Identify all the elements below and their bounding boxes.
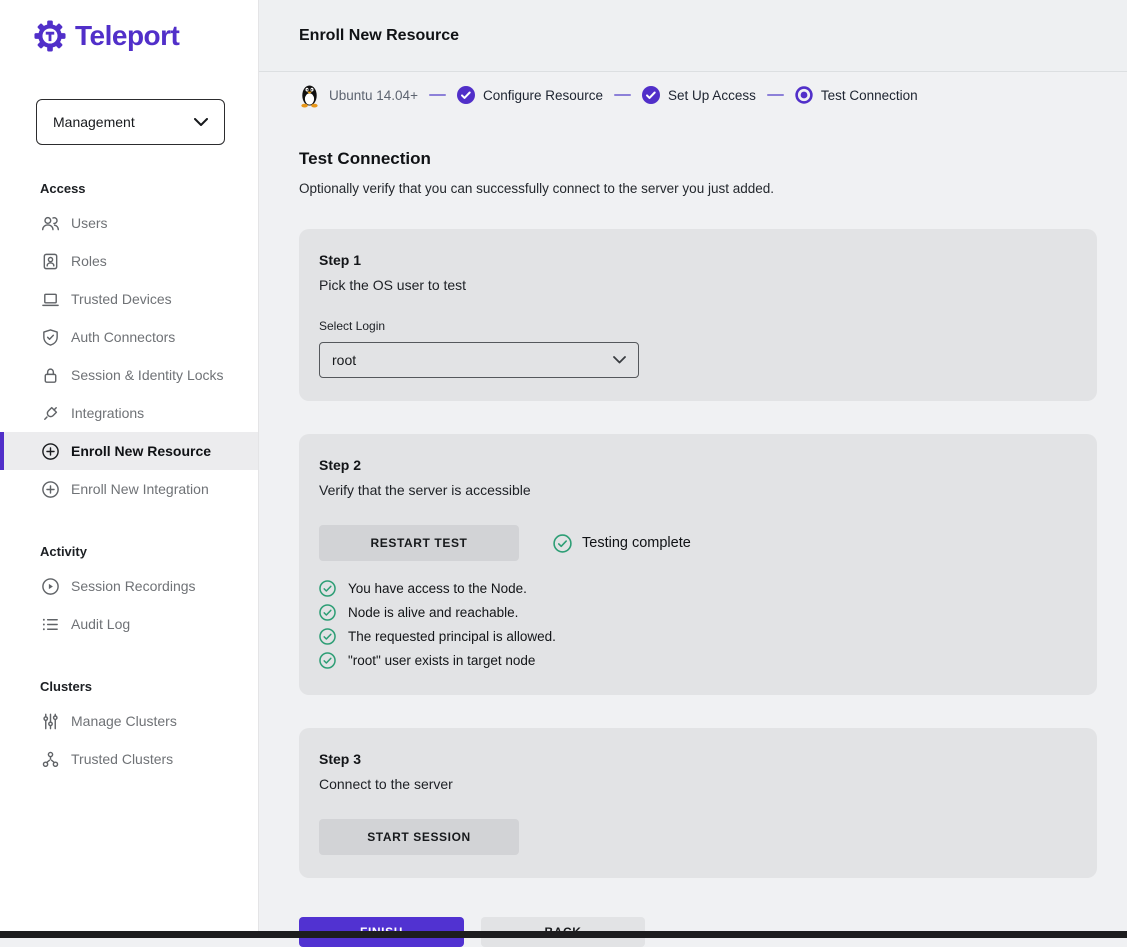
sidebar-item-roles[interactable]: Roles (0, 242, 258, 280)
sidebar-item-audit-log[interactable]: Audit Log (0, 605, 258, 643)
sidebar-item-trusted-clusters[interactable]: Trusted Clusters (0, 740, 258, 778)
stepper-connector (429, 94, 446, 96)
sliders-icon (40, 711, 60, 731)
step-label: Configure Resource (483, 88, 603, 103)
stepper-step-set-up-access: Set Up Access (642, 86, 756, 104)
plus-circle-icon (40, 441, 60, 461)
enroll-stepper: Ubuntu 14.04+ Configure Resource Set Up … (299, 72, 918, 118)
restart-test-button[interactable]: RESTART TEST (319, 525, 519, 561)
sidebar-item-manage-clusters[interactable]: Manage Clusters (0, 702, 258, 740)
step-complete-check-icon (642, 86, 660, 104)
select-login-label: Select Login (319, 319, 1077, 333)
login-select[interactable]: root (319, 342, 639, 378)
shield-check-icon (40, 327, 60, 347)
sidebar-item-label: Trusted Clusters (71, 751, 173, 767)
sidebar-item-label: Session & Identity Locks (71, 367, 224, 383)
success-check-icon (319, 628, 336, 645)
test-result-item: The requested principal is allowed. (319, 624, 1077, 648)
sidebar-item-label: Audit Log (71, 616, 130, 632)
test-result-item: "root" user exists in target node (319, 648, 1077, 672)
success-check-icon (319, 580, 336, 597)
sidebar-item-label: Trusted Devices (71, 291, 172, 307)
step-label: Test Connection (821, 88, 918, 103)
sidebar-item-trusted-devices[interactable]: Trusted Devices (0, 280, 258, 318)
chevron-down-icon (613, 356, 626, 364)
network-icon (40, 749, 60, 769)
workspace-selector[interactable]: Management (36, 99, 225, 145)
sidebar-item-label: Roles (71, 253, 107, 269)
chevron-down-icon (194, 118, 208, 127)
id-badge-icon (40, 251, 60, 271)
window-bottom-edge (0, 931, 1127, 938)
brand-name: Teleport (75, 20, 179, 52)
step1-card: Step 1 Pick the OS user to test Select L… (299, 229, 1097, 401)
sidebar-item-enroll-new-integration[interactable]: Enroll New Integration (0, 470, 258, 508)
teleport-gear-icon (34, 20, 66, 52)
users-icon (40, 213, 60, 233)
start-session-button[interactable]: START SESSION (319, 819, 519, 855)
step-complete-check-icon (457, 86, 475, 104)
login-select-value: root (332, 352, 356, 368)
testing-status: Testing complete (553, 534, 691, 553)
list-icon (40, 614, 60, 634)
sidebar-item-label: Session Recordings (71, 578, 196, 594)
success-check-icon (319, 652, 336, 669)
stepper-resource-label: Ubuntu 14.04+ (329, 88, 418, 103)
test-results-list: You have access to the Node. Node is ali… (319, 576, 1077, 672)
step3-card: Step 3 Connect to the server START SESSI… (299, 728, 1097, 878)
play-circle-icon (40, 576, 60, 596)
padlock-icon (40, 365, 60, 385)
step2-card: Step 2 Verify that the server is accessi… (299, 434, 1097, 695)
sidebar-item-auth-connectors[interactable]: Auth Connectors (0, 318, 258, 356)
page-title: Enroll New Resource (299, 27, 459, 45)
laptop-icon (40, 289, 60, 309)
success-check-icon (319, 604, 336, 621)
testing-status-text: Testing complete (582, 535, 691, 551)
plus-circle-icon (40, 479, 60, 499)
nav-section-access: Access (40, 181, 258, 196)
sidebar-item-users[interactable]: Users (0, 204, 258, 242)
sidebar-item-enroll-new-resource[interactable]: Enroll New Resource (0, 432, 258, 470)
step1-title: Step 1 (319, 252, 1077, 268)
step-current-dot-icon (795, 86, 813, 104)
section-title: Test Connection (299, 149, 1097, 169)
stepper-connector (614, 94, 631, 96)
page-header: Enroll New Resource (259, 0, 1127, 72)
sidebar: Teleport Management Access Users Roles (0, 0, 259, 931)
sidebar-item-label: Integrations (71, 405, 144, 421)
sidebar-item-label: Auth Connectors (71, 329, 175, 345)
step-label: Set Up Access (668, 88, 756, 103)
success-check-icon (553, 534, 572, 553)
step2-title: Step 2 (319, 457, 1077, 473)
step1-description: Pick the OS user to test (319, 277, 1077, 293)
workspace-selector-value: Management (53, 114, 135, 130)
step3-description: Connect to the server (319, 776, 1077, 792)
stepper-connector (767, 94, 784, 96)
step2-description: Verify that the server is accessible (319, 482, 1077, 498)
sidebar-item-label: Enroll New Resource (71, 443, 211, 459)
test-result-item: You have access to the Node. (319, 576, 1077, 600)
sidebar-item-label: Enroll New Integration (71, 481, 209, 497)
test-result-item: Node is alive and reachable. (319, 600, 1077, 624)
nav-section-clusters: Clusters (40, 679, 258, 694)
linux-tux-icon (299, 82, 320, 108)
nav-section-activity: Activity (40, 544, 258, 559)
sidebar-item-label: Users (71, 215, 108, 231)
sidebar-item-session-recordings[interactable]: Session Recordings (0, 567, 258, 605)
stepper-step-test-connection: Test Connection (795, 86, 918, 104)
teleport-logo[interactable]: Teleport (0, 0, 258, 52)
stepper-step-configure-resource: Configure Resource (457, 86, 603, 104)
plug-icon (40, 403, 60, 423)
sidebar-item-integrations[interactable]: Integrations (0, 394, 258, 432)
section-subtitle: Optionally verify that you can successfu… (299, 181, 1097, 196)
sidebar-item-session-identity-locks[interactable]: Session & Identity Locks (0, 356, 258, 394)
main-content: Test Connection Optionally verify that y… (299, 119, 1097, 947)
sidebar-item-label: Manage Clusters (71, 713, 177, 729)
step3-title: Step 3 (319, 751, 1077, 767)
